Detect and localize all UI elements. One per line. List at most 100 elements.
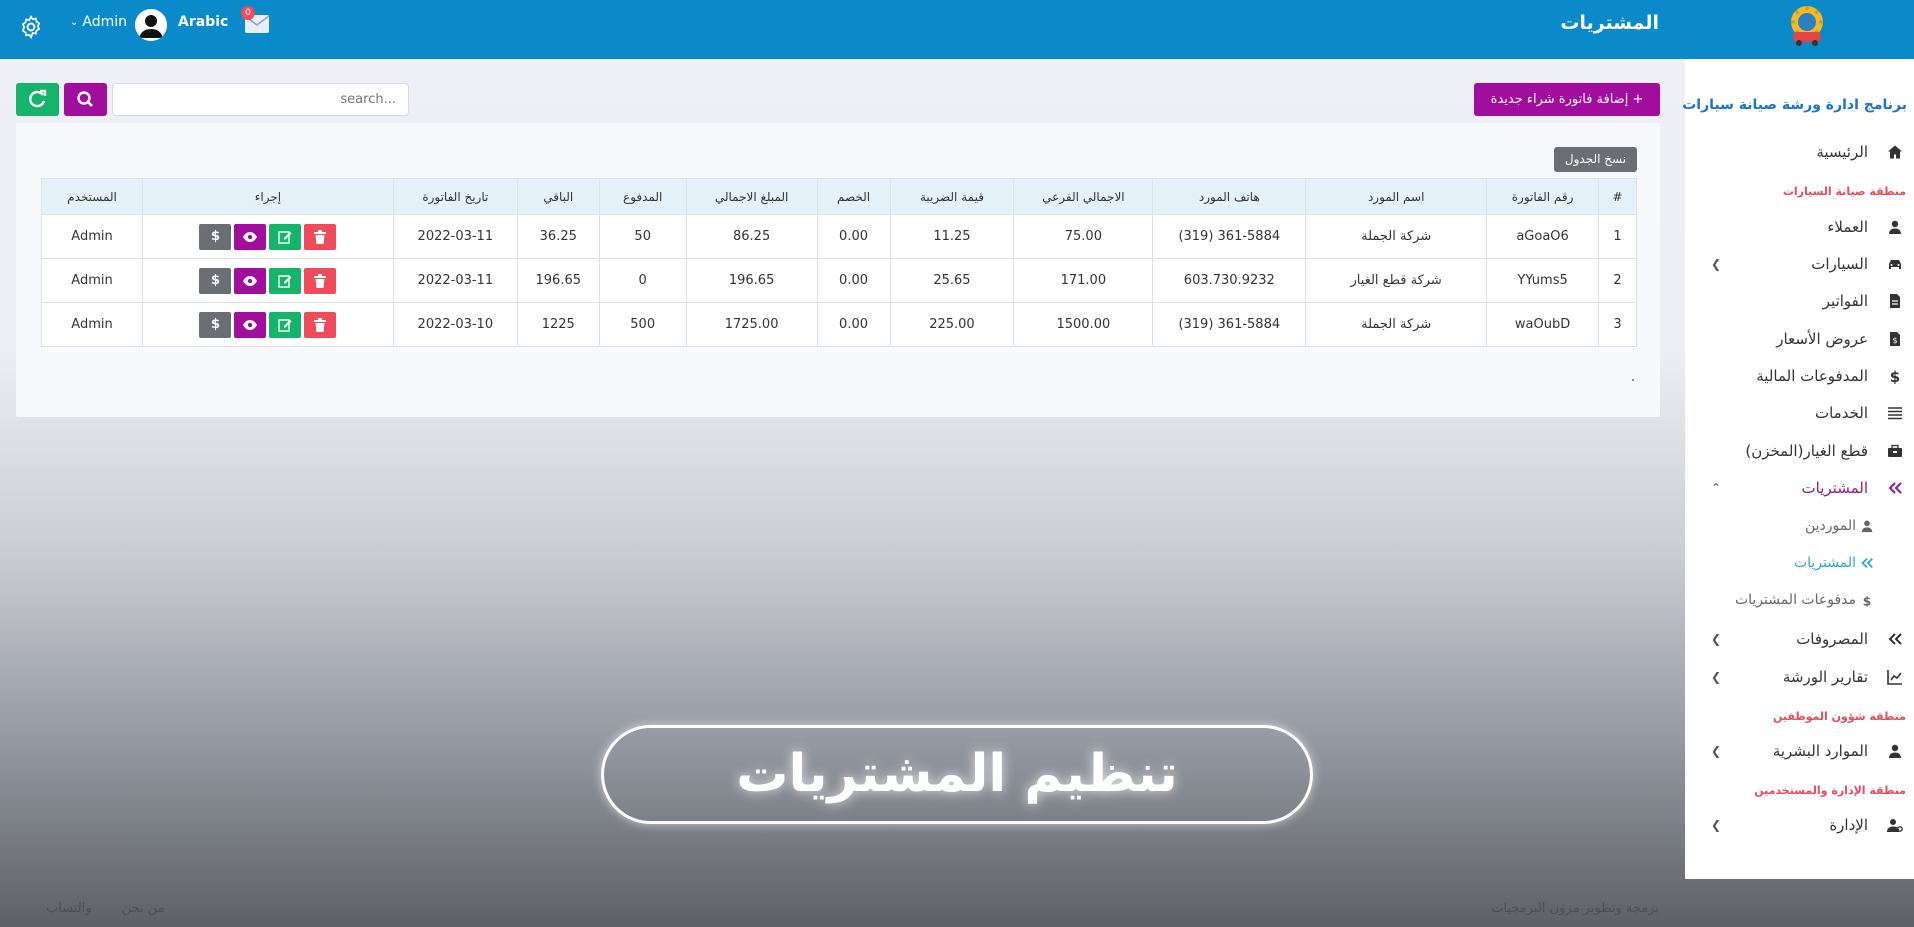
- row-actions: $: [142, 258, 394, 303]
- edit-button[interactable]: [269, 267, 302, 294]
- sidebar: برنامج ادارة ورشة صيانة سيارات الرئيسية …: [1682, 59, 1914, 879]
- sidebar-subitem-purchase-payments[interactable]: $ مدفوعات المشتريات: [1685, 587, 1914, 615]
- user-gear-icon: [1887, 819, 1903, 832]
- sidebar-item-label: تقارير الورشة: [1782, 668, 1868, 686]
- view-button[interactable]: [234, 267, 267, 294]
- column-header[interactable]: هاتف المورد: [1152, 178, 1307, 215]
- footer-links: من نحن والتساب: [20, 901, 165, 916]
- view-button[interactable]: [234, 223, 267, 250]
- user-menu[interactable]: ⌄ Admin: [70, 14, 127, 30]
- sidebar-section-title: منطقة الإدارة والمستخدمين: [1754, 784, 1906, 797]
- purchases-table: # رقم الفاتورة اسم المورد هاتف المورد ال…: [40, 178, 1637, 347]
- invoice-number: aGoaO6: [1486, 214, 1600, 259]
- edit-button[interactable]: [269, 311, 302, 338]
- supplier-phone: (319) 361-5884: [1152, 302, 1307, 347]
- sidebar-item-label: الخدمات: [1814, 404, 1868, 422]
- file-dollar-icon: $: [1890, 332, 1900, 346]
- sidebar-item-label: السيارات: [1811, 255, 1868, 273]
- column-header[interactable]: الخصم: [816, 178, 891, 215]
- sidebar-item-reports[interactable]: تقارير الورشة ❯: [1685, 663, 1914, 693]
- sidebar-item-purchases[interactable]: المشتريات ⌃: [1685, 474, 1914, 504]
- sidebar-subitem-purchases[interactable]: المشتريات: [1685, 550, 1914, 578]
- sidebar-item-expenses[interactable]: المصروفات ❯: [1685, 625, 1914, 655]
- sidebar-item-payments[interactable]: $ المدفوعات المالية: [1685, 362, 1914, 392]
- chevron-left-icon: ❯: [1711, 257, 1722, 271]
- supplier-phone: 603.730.9232: [1152, 258, 1307, 303]
- subtotal: 171.00: [1013, 258, 1154, 303]
- delete-button[interactable]: [304, 267, 337, 294]
- user-cell: Admin: [40, 258, 144, 303]
- column-header[interactable]: إجراء: [142, 178, 394, 215]
- column-header[interactable]: تاريخ الفاتورة: [392, 178, 518, 215]
- chevron-left-icon: ❯: [1711, 632, 1722, 646]
- language-switch[interactable]: Arabic: [178, 14, 228, 30]
- settings-gear-icon[interactable]: [18, 14, 44, 40]
- pay-button[interactable]: $: [199, 267, 232, 294]
- table-footer-dot: [1632, 379, 1634, 381]
- sidebar-item-admin[interactable]: الإدارة ❯: [1685, 811, 1914, 841]
- footer-link-about[interactable]: من نحن: [122, 901, 165, 916]
- home-icon: [1888, 145, 1902, 159]
- add-purchase-invoice-button[interactable]: + إضافة فاتورة شراء جديدة: [1474, 83, 1660, 116]
- sidebar-item-hr[interactable]: الموارد البشرية ❯: [1685, 737, 1914, 767]
- eye-icon: [243, 319, 258, 330]
- discount: 0.00: [816, 214, 891, 259]
- eye-icon: [243, 275, 258, 286]
- copy-table-button[interactable]: نسخ الجدول: [1554, 147, 1637, 172]
- supplier-name: شركة قطع الغيار: [1305, 258, 1488, 303]
- sidebar-item-services[interactable]: الخدمات: [1685, 399, 1914, 429]
- chevron-left-icon: ❯: [1711, 744, 1722, 758]
- sidebar-item-label: قطع الغيار(المخزن): [1745, 442, 1868, 460]
- total-amount: 1725.00: [685, 302, 818, 347]
- column-header[interactable]: المبلغ الاجمالي: [685, 178, 818, 215]
- chevron-left-icon: ❯: [1711, 818, 1722, 832]
- sidebar-item-cars[interactable]: السيارات ❯: [1685, 250, 1914, 280]
- search-input[interactable]: [112, 83, 409, 116]
- search-button[interactable]: [64, 83, 107, 116]
- user-cell: Admin: [40, 214, 144, 259]
- sidebar-item-customers[interactable]: العملاء: [1685, 213, 1914, 243]
- refresh-button[interactable]: [16, 83, 59, 116]
- sidebar-subitem-label: المشتريات: [1793, 555, 1856, 571]
- column-header[interactable]: الباقي: [516, 178, 600, 215]
- tax-amount: 11.25: [889, 214, 1015, 259]
- sidebar-item-invoices[interactable]: الفواتير: [1685, 287, 1914, 317]
- sidebar-item-quotes[interactable]: $ عروض الأسعار: [1685, 325, 1914, 355]
- pay-button[interactable]: $: [199, 311, 232, 338]
- sidebar-item-parts[interactable]: قطع الغيار(المخزن): [1685, 437, 1914, 467]
- car-icon: [1889, 260, 1901, 269]
- sidebar-item-label: العملاء: [1827, 218, 1868, 236]
- edit-button[interactable]: [269, 223, 302, 250]
- sidebar-item-label: المصروفات: [1796, 630, 1868, 648]
- column-header[interactable]: #: [1598, 178, 1637, 215]
- total-amount: 196.65: [685, 258, 818, 303]
- delete-button[interactable]: [304, 311, 337, 338]
- column-header[interactable]: قيمة الضريبة: [889, 178, 1015, 215]
- footer-link-whatsapp[interactable]: والتساب: [46, 901, 92, 916]
- supplier-name: شركة الجملة: [1305, 302, 1488, 347]
- dollar-icon: $: [1863, 594, 1872, 607]
- discount: 0.00: [816, 302, 891, 347]
- sidebar-subitem-label: الموردين: [1804, 518, 1856, 534]
- column-header[interactable]: رقم الفاتورة: [1486, 178, 1600, 215]
- pay-button[interactable]: $: [199, 223, 232, 250]
- refresh-icon: [29, 89, 47, 108]
- user-icon: [1889, 220, 1901, 234]
- row-number: 2: [1598, 258, 1637, 303]
- column-header[interactable]: المستخدم: [40, 178, 144, 215]
- column-header[interactable]: المدفوع: [598, 178, 687, 215]
- sidebar-item-label: الموارد البشرية: [1772, 742, 1868, 760]
- row-actions: $: [142, 214, 394, 259]
- edit-icon: [278, 318, 292, 332]
- delete-button[interactable]: [304, 223, 337, 250]
- user-name: Admin: [82, 14, 128, 30]
- sidebar-item-home[interactable]: الرئيسية: [1685, 138, 1914, 168]
- view-button[interactable]: [234, 311, 267, 338]
- column-header[interactable]: الاجمالي الفرعي: [1013, 178, 1154, 215]
- sidebar-subitem-suppliers[interactable]: الموردين: [1685, 513, 1914, 541]
- column-header[interactable]: اسم المورد: [1305, 178, 1488, 215]
- double-chevron-icon: [1888, 482, 1902, 494]
- row-actions: $: [142, 302, 394, 347]
- avatar[interactable]: [135, 9, 167, 41]
- app-logo: [1791, 6, 1823, 46]
